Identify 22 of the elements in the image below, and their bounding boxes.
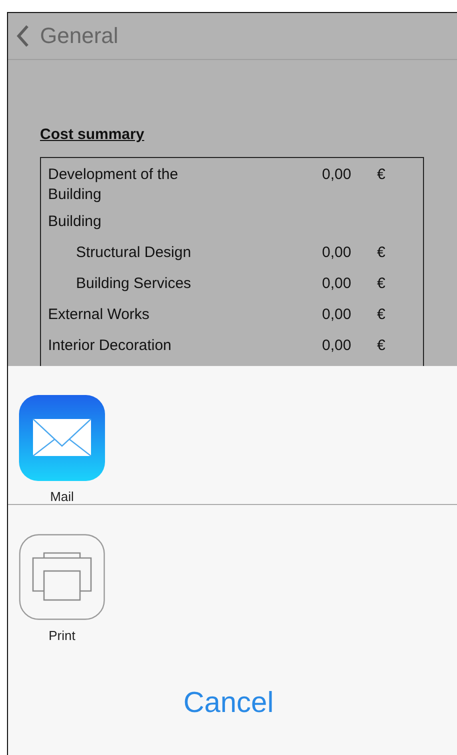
currency-symbol: € <box>377 305 386 325</box>
currency-symbol: € <box>377 165 386 185</box>
currency-symbol: € <box>377 336 386 356</box>
currency-symbol: € <box>377 243 386 263</box>
currency-symbol: € <box>377 274 386 294</box>
row-label: Interior Decoration <box>48 336 172 356</box>
chevron-left-icon <box>16 24 30 48</box>
row-label: Structural Design <box>75 243 192 263</box>
amount-value: 0,00 <box>322 165 352 185</box>
amount-value: 0,00 <box>322 305 352 325</box>
amount-value: 0,00 <box>322 274 352 294</box>
row-label: External Works <box>48 305 150 325</box>
amount-value: 0,00 <box>322 243 352 263</box>
row-label: Building <box>48 212 102 232</box>
mail-icon[interactable] <box>19 395 105 481</box>
row-label: Building Services <box>75 274 192 294</box>
printer-icon[interactable] <box>19 534 105 620</box>
row-label: Development of the Building <box>48 165 180 205</box>
amount-value: 0,00 <box>322 336 352 356</box>
document-title: Cost summary <box>40 126 144 143</box>
action-label[interactable]: Print <box>48 628 76 643</box>
action-label[interactable]: Mail <box>50 489 74 504</box>
